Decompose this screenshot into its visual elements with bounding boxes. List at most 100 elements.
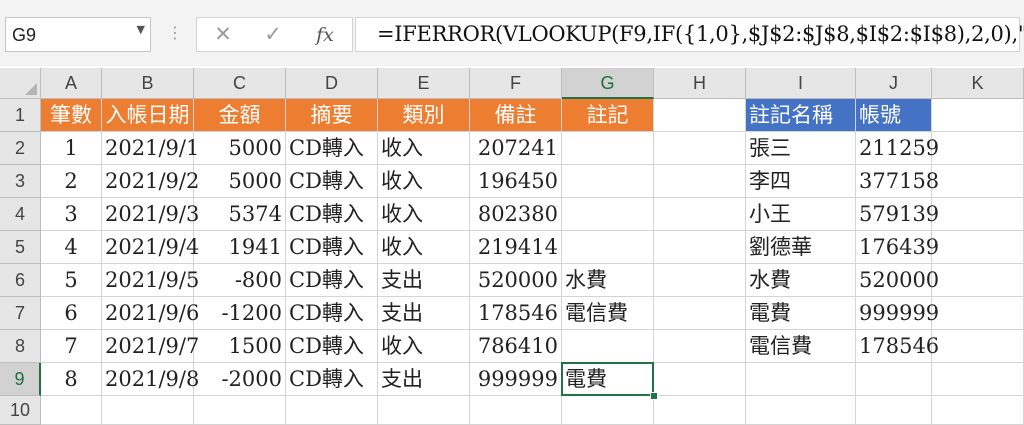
cell-h8[interactable] [654,330,746,363]
cell-d3[interactable]: CD轉入 [286,165,378,198]
cell-b2[interactable]: 2021/9/1 [102,132,199,165]
cell-k7[interactable] [932,297,1024,330]
cell-d6[interactable]: CD轉入 [286,264,378,297]
cell-d4[interactable]: CD轉入 [286,198,378,231]
cell-i4[interactable]: 小王 [746,198,856,231]
row-header-6[interactable]: 6 [0,264,41,297]
cell-b3[interactable]: 2021/9/2 [102,165,199,198]
cell-f3[interactable]: 196450 [470,165,562,198]
cell-a3[interactable]: 2 [41,165,102,198]
cell-d5[interactable]: CD轉入 [286,231,378,264]
cell-k1[interactable] [932,99,1024,132]
cell-i9[interactable] [746,363,856,396]
cell-b10[interactable] [102,396,194,425]
cell-e1[interactable]: 類別 [378,99,470,132]
row-header-9[interactable]: 9 [0,363,41,396]
cell-f8[interactable]: 786410 [470,330,562,363]
cell-k6[interactable] [932,264,1024,297]
cell-a9[interactable]: 8 [41,363,102,396]
enter-icon[interactable]: ✓ [255,18,291,51]
cell-d8[interactable]: CD轉入 [286,330,378,363]
column-header-b[interactable]: B [102,68,194,99]
cell-d10[interactable] [286,396,378,425]
cell-h1[interactable] [654,99,746,132]
cell-i6[interactable]: 水費 [746,264,856,297]
cell-e7[interactable]: 支出 [378,297,470,330]
cell-c4[interactable]: 5374 [194,198,286,231]
cell-i2[interactable]: 張三 [746,132,856,165]
cell-e10[interactable] [378,396,470,425]
row-header-1[interactable]: 1 [0,99,41,132]
cell-e3[interactable]: 收入 [378,165,470,198]
cell-a6[interactable]: 5 [41,264,102,297]
cell-i1[interactable]: 註記名稱 [746,99,856,132]
row-header-2[interactable]: 2 [0,132,41,165]
cell-k8[interactable] [932,330,1024,363]
cell-b1[interactable]: 入帳日期 [102,99,194,132]
cell-j3[interactable]: 377158 [856,165,939,198]
cell-j9[interactable] [856,363,932,396]
cell-f4[interactable]: 802380 [470,198,562,231]
cell-b5[interactable]: 2021/9/4 [102,231,199,264]
cell-d2[interactable]: CD轉入 [286,132,378,165]
cell-b6[interactable]: 2021/9/5 [102,264,199,297]
cell-g6[interactable]: 水費 [562,264,654,297]
cell-h9[interactable] [654,363,746,396]
cell-c8[interactable]: 1500 [194,330,286,363]
column-header-a[interactable]: A [41,68,102,99]
cell-d9[interactable]: CD轉入 [286,363,378,396]
cell-e8[interactable]: 收入 [378,330,470,363]
row-header-7[interactable]: 7 [0,297,41,330]
cell-a5[interactable]: 4 [41,231,102,264]
cell-i5[interactable]: 劉德華 [746,231,856,264]
cell-k5[interactable] [932,231,1024,264]
cell-j6[interactable]: 520000 [856,264,939,297]
cell-i7[interactable]: 電費 [746,297,856,330]
cell-k3[interactable] [932,165,1024,198]
column-header-e[interactable]: E [378,68,470,99]
cell-c3[interactable]: 5000 [194,165,286,198]
cell-e4[interactable]: 收入 [378,198,470,231]
cell-g1[interactable]: 註記 [562,99,654,132]
column-header-f[interactable]: F [470,68,562,99]
cell-f7[interactable]: 178546 [470,297,562,330]
column-header-j[interactable]: J [856,68,932,99]
cell-k2[interactable] [932,132,1024,165]
formula-input[interactable]: =IFERROR(VLOOKUP(F9,IF({1,0},$J$2:$J$8,$… [355,17,1024,52]
row-header-10[interactable]: 10 [0,396,41,425]
row-header-5[interactable]: 5 [0,231,41,264]
cell-b4[interactable]: 2021/9/3 [102,198,199,231]
cell-c9[interactable]: -2000 [194,363,286,396]
cell-k4[interactable] [932,198,1024,231]
cell-b9[interactable]: 2021/9/8 [102,363,199,396]
column-header-d[interactable]: D [286,68,378,99]
cell-h4[interactable] [654,198,746,231]
more-options-icon[interactable]: ⋮ [167,18,183,48]
cell-j5[interactable]: 176439 [856,231,939,264]
column-header-c[interactable]: C [194,68,286,99]
cell-g7[interactable]: 電信費 [562,297,654,330]
cell-e9[interactable]: 支出 [378,363,470,396]
row-header-4[interactable]: 4 [0,198,41,231]
cell-j4[interactable]: 579139 [856,198,939,231]
fill-handle[interactable] [650,392,658,400]
cell-h6[interactable] [654,264,746,297]
cell-f2[interactable]: 207241 [470,132,562,165]
cell-i3[interactable]: 李四 [746,165,856,198]
cell-b8[interactable]: 2021/9/7 [102,330,199,363]
cell-g2[interactable] [562,132,654,165]
column-header-h[interactable]: H [654,68,746,99]
column-header-g[interactable]: G [562,68,654,99]
cell-a8[interactable]: 7 [41,330,102,363]
cell-c7[interactable]: -1200 [194,297,286,330]
cell-e2[interactable]: 收入 [378,132,470,165]
column-header-i[interactable]: I [746,68,856,99]
cell-a10[interactable] [41,396,102,425]
chevron-down-icon[interactable]: ▼ [137,23,145,36]
cell-c2[interactable]: 5000 [194,132,286,165]
cell-j7[interactable]: 999999 [856,297,939,330]
cell-i10[interactable] [746,396,856,425]
cell-k9[interactable] [932,363,1024,396]
row-header-8[interactable]: 8 [0,330,41,363]
cell-d1[interactable]: 摘要 [286,99,378,132]
